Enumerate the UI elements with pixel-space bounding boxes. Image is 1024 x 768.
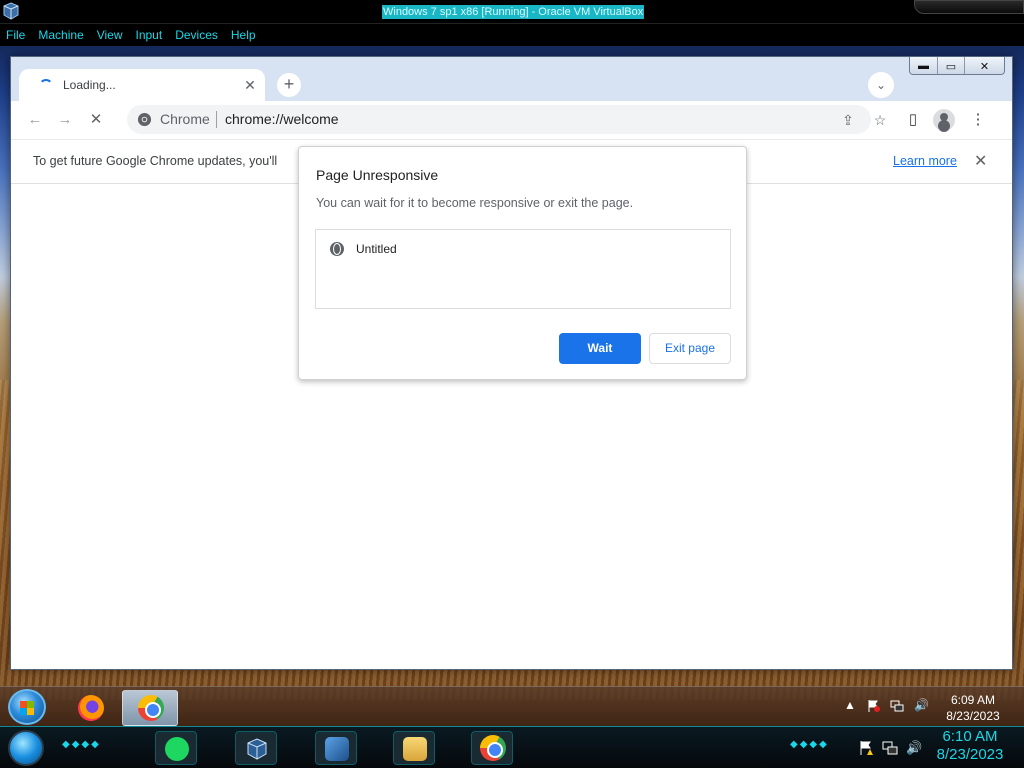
- dialog-message: You can wait for it to become responsive…: [316, 196, 634, 210]
- side-panel-icon[interactable]: ▯: [903, 110, 923, 130]
- guest-clock[interactable]: 6:09 AM 8/23/2023: [936, 692, 1010, 724]
- stop-loading-icon[interactable]: ✕: [86, 110, 106, 130]
- learn-more-link[interactable]: Learn more: [893, 154, 957, 168]
- infobar-close-icon[interactable]: ✕: [974, 151, 987, 171]
- tab-loading[interactable]: Loading... ✕: [19, 69, 265, 103]
- firefox-icon: [78, 695, 104, 721]
- virtualbox-taskbar-button[interactable]: [235, 731, 277, 765]
- file-explorer-taskbar-button[interactable]: [393, 731, 435, 765]
- tab-search-button[interactable]: ⌄: [868, 72, 894, 98]
- menu-input[interactable]: Input: [136, 28, 163, 42]
- host-clock-time: 6:10 AM: [942, 728, 998, 745]
- chrome-icon: [480, 735, 506, 761]
- guest-taskbar: ▲ 🔊 6:09 AM 8/23/2023: [0, 686, 1024, 726]
- list-item: Untitled: [356, 242, 397, 256]
- host-taskbar: ◆◆◆◆ ◆◆◆◆ 🔊 6:10 AM 8/23/2023: [0, 726, 1024, 768]
- menu-view[interactable]: View: [97, 28, 123, 42]
- loading-spinner-icon: [39, 79, 53, 93]
- omnibox-chrome-chip: Chrome: [160, 111, 210, 127]
- host-clock-date: 8/23/2023: [936, 746, 1004, 763]
- folder-icon: [403, 737, 427, 761]
- spotify-icon: [165, 737, 189, 761]
- globe-icon: [330, 242, 344, 256]
- host-start-button[interactable]: [8, 730, 44, 766]
- network-icon[interactable]: [882, 740, 898, 756]
- taskbar-decoration-right: ◆◆◆◆: [790, 739, 829, 750]
- chrome-tabstrip: ▬ ▭ ✕ Loading... ✕ + ⌄: [11, 57, 1012, 103]
- exit-page-button[interactable]: Exit page: [649, 333, 731, 364]
- omnibox[interactable]: Chrome chrome://welcome ⇪ ☆: [127, 105, 886, 134]
- profile-avatar-icon[interactable]: [933, 109, 955, 131]
- windows-logo-icon: [20, 701, 34, 715]
- guest-screen: ▬ ▭ ✕ Loading... ✕ + ⌄ ← → ✕ Chrome chro…: [0, 46, 1024, 768]
- wait-button[interactable]: Wait: [559, 333, 641, 364]
- menu-file[interactable]: File: [6, 28, 25, 42]
- chrome-toolbar: ← → ✕ Chrome chrome://welcome ⇪ ☆ ▯ ⋮: [11, 101, 1012, 139]
- firefox-taskbar-button[interactable]: [62, 690, 118, 726]
- back-icon[interactable]: ←: [25, 110, 45, 130]
- windows7-vm-icon: [325, 737, 349, 761]
- guest-start-button[interactable]: [8, 689, 46, 725]
- window-controls: ▬ ▭ ✕: [909, 57, 1005, 75]
- action-center-flag-icon[interactable]: [866, 699, 880, 713]
- network-icon[interactable]: [890, 699, 904, 713]
- show-hidden-icons-icon[interactable]: ▲: [843, 698, 857, 712]
- unresponsive-pages-list: Untitled: [315, 229, 731, 309]
- guest-clock-time: 6:09 AM: [950, 693, 996, 707]
- chrome-site-icon: [137, 112, 152, 127]
- close-window-button[interactable]: ✕: [964, 57, 1004, 74]
- forward-icon[interactable]: →: [55, 110, 75, 130]
- virtualbox-icon: [3, 2, 19, 20]
- omnibox-url[interactable]: chrome://welcome: [225, 111, 339, 127]
- menu-devices[interactable]: Devices: [175, 28, 218, 42]
- vbox-title-decoration: [914, 0, 1024, 14]
- vbox-window-title: Windows 7 sp1 x86 [Running] - Oracle VM …: [382, 5, 645, 19]
- infobar-message: To get future Google Chrome updates, you…: [33, 154, 278, 168]
- menu-machine[interactable]: Machine: [38, 28, 83, 42]
- spotify-taskbar-button[interactable]: [155, 731, 197, 765]
- dialog-title: Page Unresponsive: [316, 167, 439, 183]
- chrome-taskbar-button[interactable]: [122, 690, 178, 726]
- chrome-icon: [138, 695, 164, 721]
- action-center-flag-icon[interactable]: [858, 740, 874, 756]
- taskbar-decoration-left: ◆◆◆◆: [62, 739, 101, 750]
- vbox-titlebar: Windows 7 sp1 x86 [Running] - Oracle VM …: [0, 0, 1024, 24]
- bookmark-star-icon[interactable]: ☆: [871, 111, 889, 129]
- virtualbox-icon: [247, 738, 267, 760]
- minimize-button[interactable]: ▬: [910, 57, 937, 74]
- omnibox-separator: [216, 111, 217, 128]
- host-chrome-taskbar-button[interactable]: [471, 731, 513, 765]
- volume-icon[interactable]: 🔊: [914, 698, 929, 712]
- share-icon[interactable]: ⇪: [839, 111, 857, 129]
- chrome-window: ▬ ▭ ✕ Loading... ✕ + ⌄ ← → ✕ Chrome chro…: [10, 56, 1013, 670]
- chrome-menu-icon[interactable]: ⋮: [968, 110, 988, 130]
- tab-close-icon[interactable]: ✕: [241, 76, 259, 94]
- new-tab-button[interactable]: +: [277, 73, 301, 97]
- page-unresponsive-dialog: Page Unresponsive You can wait for it to…: [298, 146, 747, 380]
- vbox-menubar: File Machine View Input Devices Help: [0, 24, 1024, 46]
- maximize-button[interactable]: ▭: [937, 57, 964, 74]
- windows7-vm-taskbar-button[interactable]: [315, 731, 357, 765]
- tab-title: Loading...: [63, 78, 116, 92]
- menu-help[interactable]: Help: [231, 28, 256, 42]
- guest-clock-date: 8/23/2023: [946, 709, 1000, 723]
- volume-icon[interactable]: 🔊: [906, 740, 922, 756]
- host-clock[interactable]: 6:10 AM 8/23/2023: [930, 728, 1010, 764]
